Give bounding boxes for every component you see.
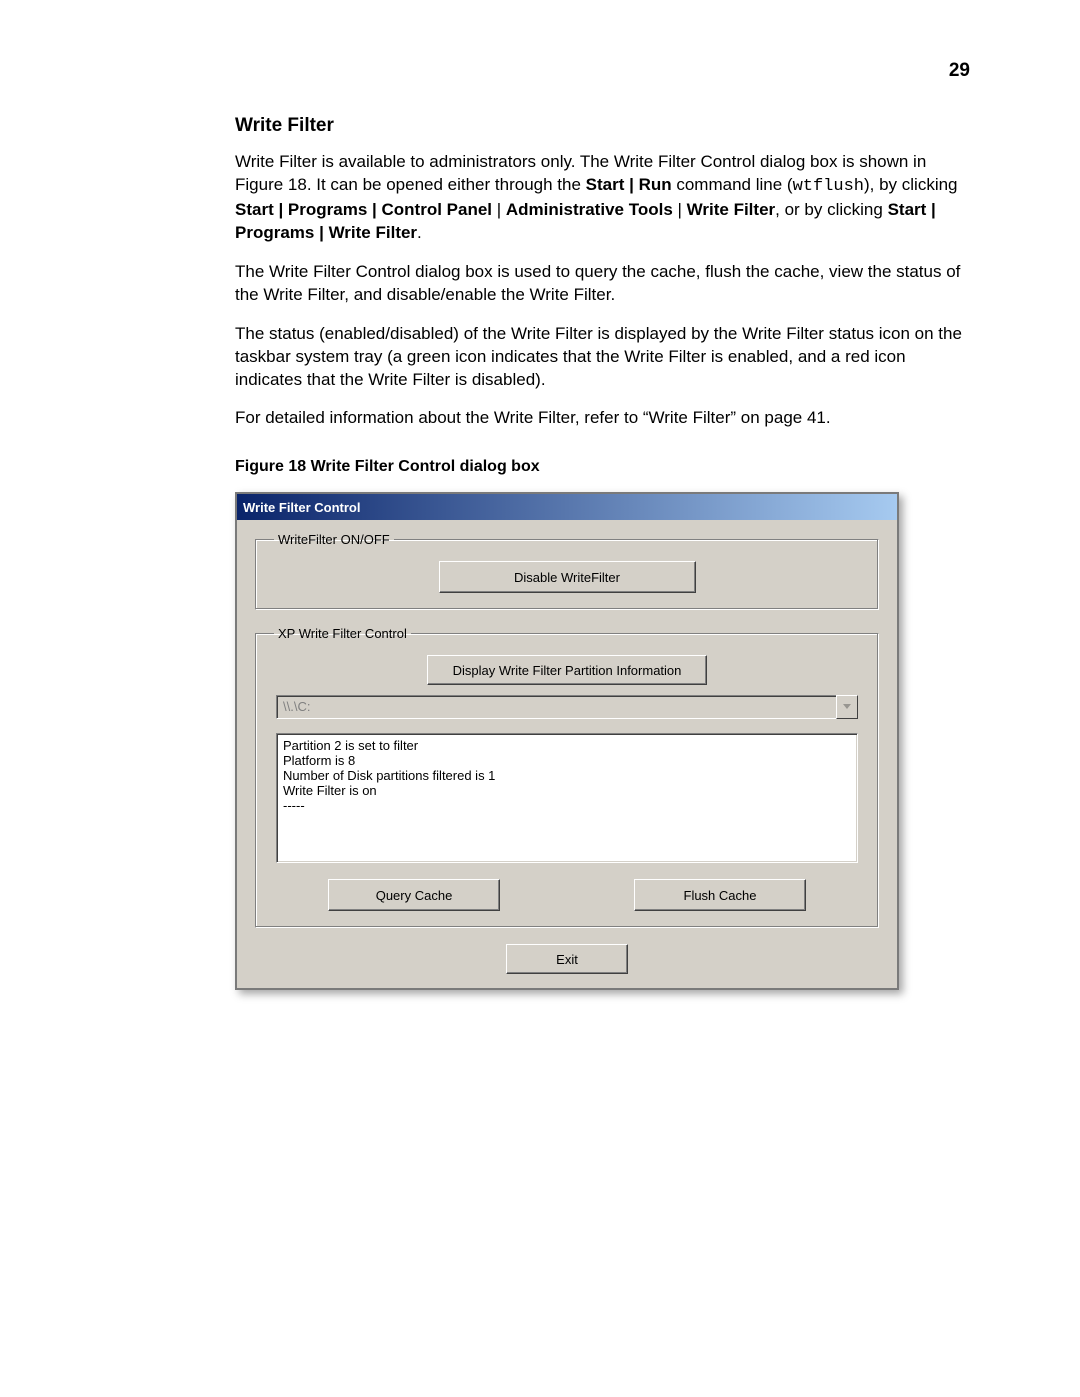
combobox-text: \\.\C:: [276, 695, 836, 719]
query-cache-button[interactable]: Query Cache: [328, 879, 500, 911]
figure-caption: Figure 18 Write Filter Control dialog bo…: [235, 458, 970, 476]
group-writefilter-onoff: WriteFilter ON/OFF Disable WriteFilter: [255, 532, 879, 610]
group-legend: WriteFilter ON/OFF: [274, 532, 394, 547]
dialog-title: Write Filter Control: [243, 500, 360, 515]
text: ), by clicking: [864, 175, 958, 194]
text: .: [417, 223, 422, 242]
partition-combobox[interactable]: \\.\C:: [276, 695, 858, 719]
text: |: [492, 200, 506, 219]
dialog-body: WriteFilter ON/OFF Disable WriteFilter X…: [237, 520, 897, 988]
text: |: [673, 200, 687, 219]
text-bold: Administrative Tools: [506, 200, 673, 219]
exit-button[interactable]: Exit: [506, 944, 628, 974]
paragraph-1: Write Filter is available to administrat…: [235, 151, 970, 245]
text-bold: Start | Run: [586, 175, 672, 194]
paragraph-4: For detailed information about the Write…: [235, 407, 970, 430]
combobox-dropdown-button[interactable]: [836, 695, 858, 719]
text: command line (: [672, 175, 793, 194]
disable-writefilter-button[interactable]: Disable WriteFilter: [439, 561, 696, 593]
chevron-down-icon: [843, 704, 851, 710]
display-partition-info-button[interactable]: Display Write Filter Partition Informati…: [427, 655, 707, 685]
text-bold: Start | Programs | Control Panel: [235, 200, 492, 219]
flush-cache-button[interactable]: Flush Cache: [634, 879, 806, 911]
paragraph-2: The Write Filter Control dialog box is u…: [235, 261, 970, 307]
group-xp-write-filter-control: XP Write Filter Control Display Write Fi…: [255, 626, 879, 928]
text: , or by clicking: [775, 200, 887, 219]
document-page: 29 Write Filter Write Filter is availabl…: [0, 0, 1080, 1090]
dialog-titlebar[interactable]: Write Filter Control: [237, 494, 897, 520]
page-number: 29: [949, 60, 970, 82]
code-text: wtflush: [793, 177, 864, 196]
write-filter-control-dialog: Write Filter Control WriteFilter ON/OFF …: [235, 492, 899, 990]
group-legend: XP Write Filter Control: [274, 626, 411, 641]
cache-button-row: Query Cache Flush Cache: [268, 863, 866, 911]
paragraph-3: The status (enabled/disabled) of the Wri…: [235, 323, 970, 392]
section-heading: Write Filter: [235, 115, 970, 137]
text-bold: Write Filter: [687, 200, 775, 219]
partition-info-text[interactable]: Partition 2 is set to filter Platform is…: [276, 733, 858, 863]
